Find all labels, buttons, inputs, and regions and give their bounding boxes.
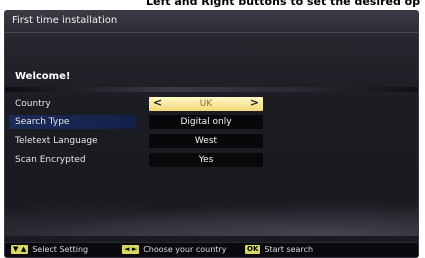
setting-row-teletext-language[interactable]: Teletext Language West <box>5 134 418 150</box>
arrow-left-icon[interactable]: < <box>153 96 162 110</box>
footer-choose-hint: ◄ ► Choose your country <box>122 245 226 254</box>
footer-bar: ▼ ▲ Select Setting ◄ ► Choose your country… <box>5 242 418 257</box>
title-bar: First time installation <box>5 11 418 33</box>
footer-ok-hint: OK Start search <box>245 245 313 254</box>
background-swoosh <box>5 196 418 236</box>
installation-window: First time installation Welcome! Country… <box>4 10 419 258</box>
country-selector[interactable]: < UK > <box>149 96 263 111</box>
separator <box>5 87 418 92</box>
welcome-heading: Welcome! <box>15 71 71 82</box>
scan-encrypted-value[interactable]: Yes <box>149 153 263 167</box>
select-setting-label: Select Setting <box>32 245 89 254</box>
choose-country-label: Choose your country <box>143 245 227 254</box>
faint-panel <box>243 40 347 51</box>
setting-row-country[interactable]: Country < UK > <box>5 96 418 113</box>
setting-label: Scan Encrypted <box>15 155 86 165</box>
setting-row-search-type[interactable]: Search Type Digital only <box>5 115 418 131</box>
window-title: First time installation <box>12 15 118 26</box>
setting-label: Search Type <box>9 115 135 129</box>
up-down-key-icon: ▼ ▲ <box>11 245 29 254</box>
setting-label: Teletext Language <box>15 136 98 146</box>
instruction-text: Left and Right buttons to set the desire… <box>146 0 421 8</box>
setting-row-scan-encrypted[interactable]: Scan Encrypted Yes <box>5 153 418 169</box>
arrow-right-icon[interactable]: > <box>250 96 259 110</box>
teletext-language-value[interactable]: West <box>149 134 263 148</box>
search-type-value[interactable]: Digital only <box>149 115 263 129</box>
ok-key-icon: OK <box>245 245 261 254</box>
left-right-key-icon: ◄ ► <box>122 245 140 254</box>
footer-select-hint: ▼ ▲ Select Setting <box>11 245 88 254</box>
setting-label: Country <box>15 99 51 109</box>
start-search-label: Start search <box>264 245 314 254</box>
country-value: UK <box>199 99 213 109</box>
